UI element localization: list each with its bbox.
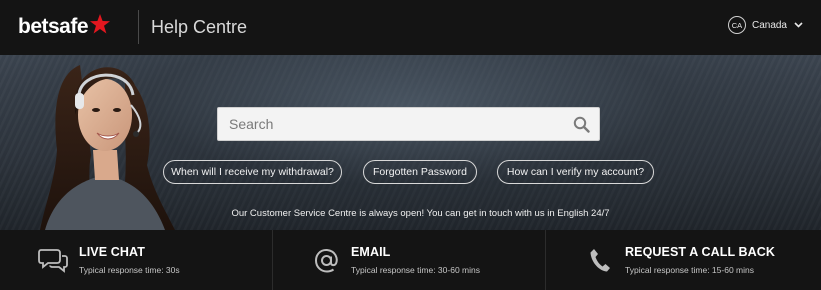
header: betsafe Help Centre CA Canada: [0, 0, 821, 55]
chat-icon: [38, 249, 68, 273]
call-back-option[interactable]: REQUEST A CALL BACK Typical response tim…: [545, 230, 821, 290]
support-agent-image: [40, 65, 175, 230]
chevron-down-icon: [794, 22, 803, 28]
service-hours-note: Our Customer Service Centre is always op…: [231, 208, 610, 219]
quick-link-withdrawal[interactable]: When will I receive my withdrawal?: [163, 160, 342, 184]
at-icon: [314, 248, 338, 273]
country-code-badge: CA: [727, 16, 746, 34]
call-back-response-time: Typical response time: 15-60 mins: [625, 265, 754, 275]
logo-text: betsafe: [18, 15, 89, 38]
quick-link-forgotten-password[interactable]: Forgotten Password: [363, 160, 477, 184]
betsafe-logo[interactable]: betsafe: [18, 13, 111, 41]
live-chat-option[interactable]: LIVE CHAT Typical response time: 30s: [0, 230, 272, 290]
search-icon[interactable]: [573, 116, 590, 133]
phone-icon: [590, 249, 610, 272]
page-title: Help Centre: [151, 17, 248, 37]
email-title: EMAIL: [351, 245, 391, 259]
email-response-time: Typical response time: 30-60 mins: [351, 265, 480, 275]
live-chat-response-time: Typical response time: 30s: [79, 265, 180, 275]
search-box[interactable]: [217, 107, 600, 141]
search-input[interactable]: [218, 108, 558, 140]
quick-link-verify-account[interactable]: How can I verify my account?: [497, 160, 654, 184]
email-option[interactable]: EMAIL Typical response time: 30-60 mins: [272, 230, 545, 290]
call-back-title: REQUEST A CALL BACK: [625, 245, 776, 259]
live-chat-title: LIVE CHAT: [79, 245, 145, 259]
country-name: Canada: [751, 19, 787, 31]
header-divider: [138, 10, 139, 44]
contact-options: LIVE CHAT Typical response time: 30s EMA…: [0, 230, 821, 290]
star-logo-icon: [90, 14, 111, 34]
hero-banner: When will I receive my withdrawal? Forgo…: [0, 55, 821, 230]
country-selector[interactable]: CA Canada: [727, 16, 803, 34]
